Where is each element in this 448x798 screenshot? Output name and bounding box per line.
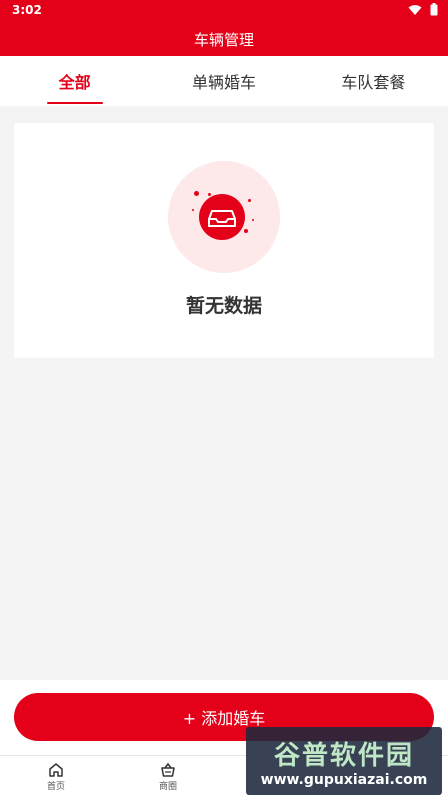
watermark: 谷普软件园 www.gupuxiazai.com [246,727,442,795]
decor-dot [252,219,254,221]
inbox-icon-badge [199,194,245,240]
empty-illustration [168,161,280,273]
watermark-brand: 谷普软件园 [273,740,414,771]
decor-dot [192,209,194,211]
status-time: 3:02 [12,3,42,17]
tab-single-car[interactable]: 单辆婚车 [149,56,298,106]
tab-fleet-package-label: 车队套餐 [341,73,406,92]
nav-home[interactable]: 首页 [0,756,112,798]
inbox-icon [208,210,236,227]
status-icons [408,3,438,16]
status-bar: 3:02 [0,0,448,22]
empty-message: 暂无数据 [185,295,262,317]
tab-bar: 全部 单辆婚车 车队套餐 [0,56,448,106]
decor-dot [248,199,251,202]
nav-home-label: 首页 [46,782,65,792]
nav-business-label: 商圈 [158,782,177,792]
empty-state-card: 暂无数据 [14,123,434,358]
app-bar: 车辆管理 [0,22,448,56]
page-title: 车辆管理 [193,30,254,49]
basket-icon [161,762,175,777]
home-icon [49,763,63,777]
wifi-icon [408,4,422,15]
tab-fleet-package[interactable]: 车队套餐 [299,56,448,106]
watermark-url: www.gupuxiazai.com [260,771,428,788]
tab-all[interactable]: 全部 [0,56,149,106]
battery-icon [430,3,438,16]
tab-all-label: 全部 [58,73,91,92]
tab-single-car-label: 单辆婚车 [191,73,256,92]
nav-business[interactable]: 商圈 [112,756,224,798]
